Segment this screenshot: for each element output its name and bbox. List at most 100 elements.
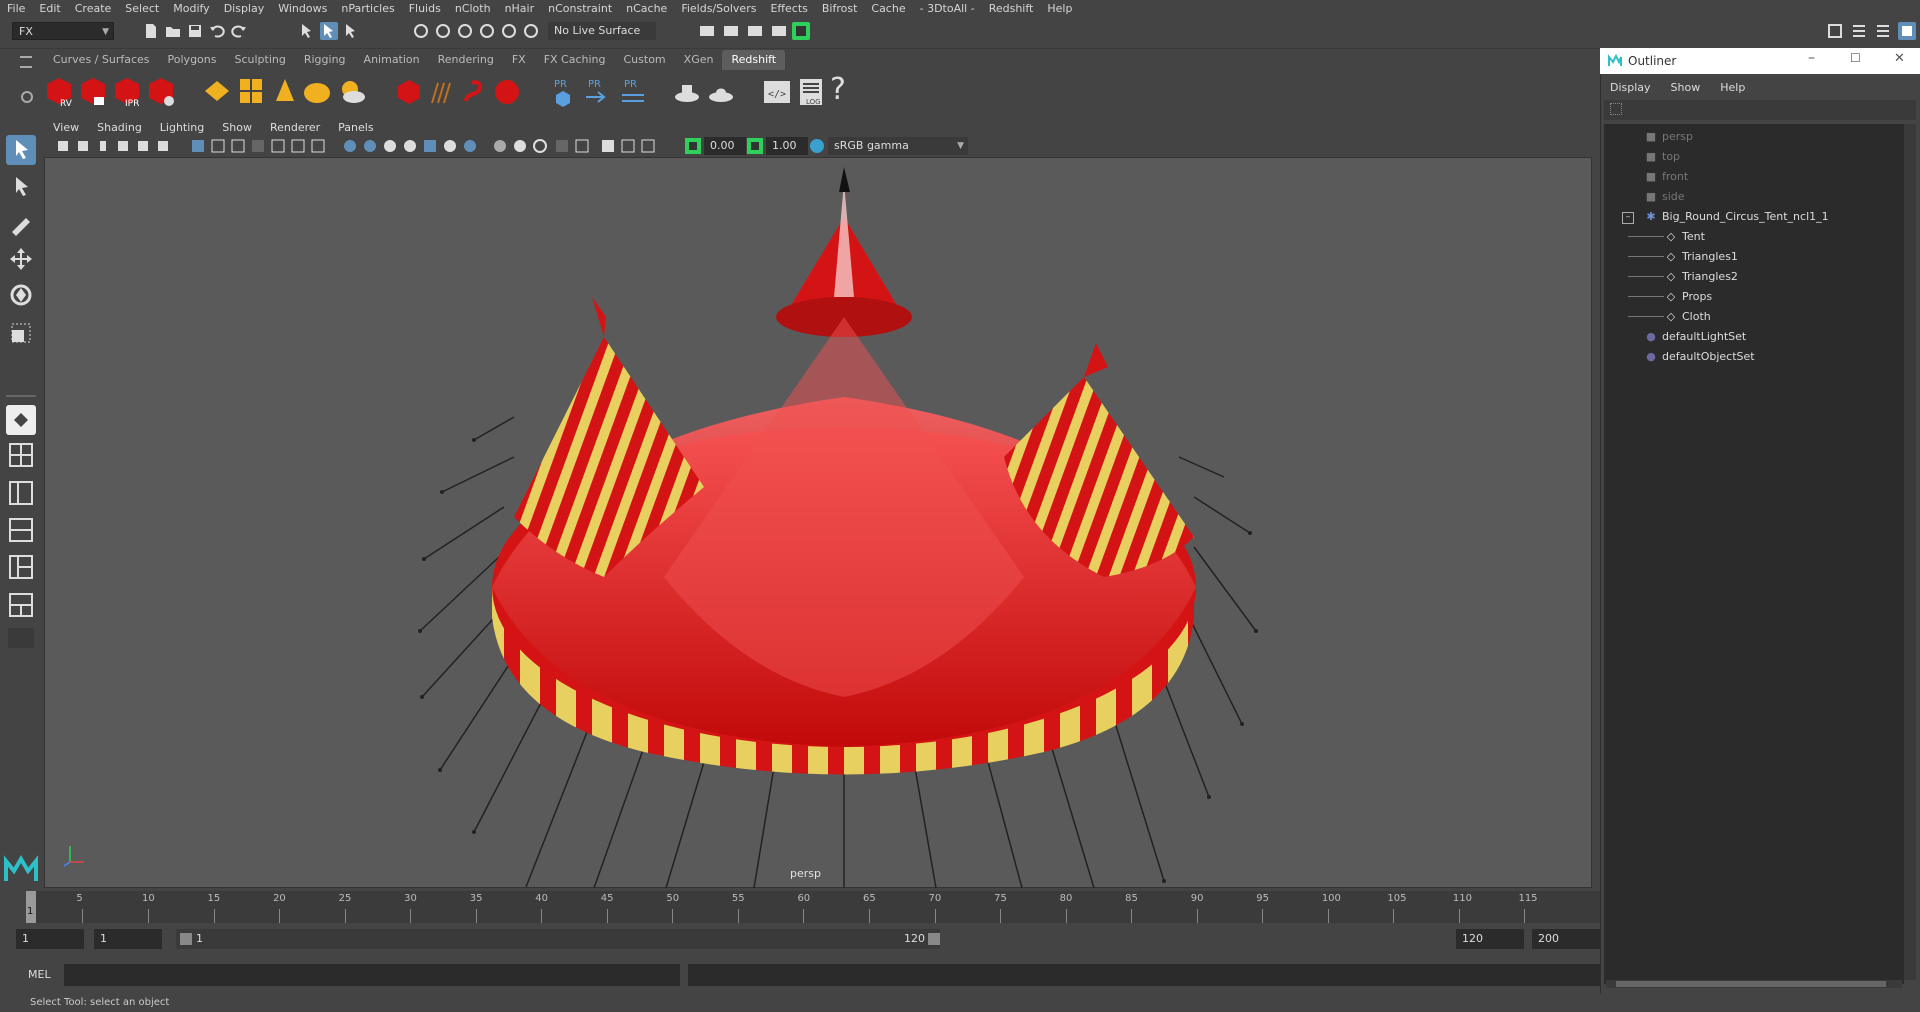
redshift-pr-import-icon[interactable]: PR xyxy=(618,75,648,109)
shelf-tab-1[interactable]: Polygons xyxy=(159,50,226,70)
close-icon[interactable]: ✕ xyxy=(1894,51,1905,66)
scene-start-field[interactable]: 1 xyxy=(16,929,84,949)
filter-icon[interactable] xyxy=(1610,103,1622,115)
persp-outliner-layout-icon[interactable] xyxy=(6,478,36,508)
select-component-icon[interactable] xyxy=(342,22,360,40)
redshift-rect-light-icon[interactable] xyxy=(202,75,232,109)
toolbox-more-button[interactable] xyxy=(8,628,34,648)
redshift-proxy-icon[interactable] xyxy=(394,75,424,109)
viewport-menu-1[interactable]: Shading xyxy=(88,121,151,134)
hypershade-icon[interactable] xyxy=(792,22,810,40)
exposure-field[interactable]: 0.00 xyxy=(704,137,746,155)
redshift-spot-light-icon[interactable] xyxy=(270,75,300,109)
menu-17[interactable]: - 3DtoAll - xyxy=(913,2,982,15)
shelf-tab-2[interactable]: Sculpting xyxy=(225,50,294,70)
open-scene-icon[interactable] xyxy=(164,22,182,40)
menu-16[interactable]: Cache xyxy=(864,2,912,15)
menu-6[interactable]: Windows xyxy=(271,2,334,15)
redshift-sun-sky-icon[interactable] xyxy=(336,75,366,109)
redshift-environment-icon[interactable] xyxy=(706,75,736,109)
redshift-settings-icon[interactable] xyxy=(146,75,176,109)
maximize-icon[interactable]: ☐ xyxy=(1850,51,1861,65)
menuset-dropdown[interactable]: FX ▼ xyxy=(12,22,114,40)
redo-icon[interactable] xyxy=(230,22,248,40)
persp-graph-layout-icon[interactable] xyxy=(6,515,36,545)
outliner-hscrollbar[interactable] xyxy=(1606,980,1902,988)
outliner-item[interactable]: ◇ Triangles1 xyxy=(1664,248,1738,266)
menu-2[interactable]: Create xyxy=(68,2,119,15)
redshift-pr-export-icon[interactable]: PR xyxy=(582,75,612,109)
minimize-icon[interactable]: – xyxy=(1808,50,1815,66)
select-hierarchy-icon[interactable] xyxy=(298,22,316,40)
shelf-menu-icon[interactable] xyxy=(20,56,32,68)
outliner-menu-1[interactable]: Show xyxy=(1661,81,1711,94)
snap-vertex-icon[interactable] xyxy=(522,22,540,40)
shelf-tab-7[interactable]: FX Caching xyxy=(535,50,615,70)
outliner-item[interactable]: ● defaultLightSet xyxy=(1644,328,1746,346)
outliner-tree[interactable]: ■ persp ■ top ■ front ■ side ✱ Big_Round_Circus_T… xyxy=(1604,124,1904,984)
outliner-item[interactable]: ■ persp xyxy=(1644,128,1693,146)
rotate-tool-icon[interactable] xyxy=(6,280,36,310)
snap-curve-icon[interactable] xyxy=(434,22,452,40)
menu-18[interactable]: Redshift xyxy=(982,2,1041,15)
select-object-icon[interactable] xyxy=(320,22,338,40)
viewport-toolbar-icons[interactable] xyxy=(56,138,596,154)
shelf-tab-5[interactable]: Rendering xyxy=(429,50,503,70)
outliner-item[interactable]: ◇ Cloth xyxy=(1664,308,1711,326)
redshift-snapshot-icon[interactable] xyxy=(78,75,108,109)
ipr-render-icon[interactable] xyxy=(746,22,764,40)
color-management-icon[interactable] xyxy=(808,137,826,155)
redshift-dome-light-icon[interactable] xyxy=(236,75,266,109)
new-scene-icon[interactable] xyxy=(142,22,160,40)
snap-surface-icon[interactable] xyxy=(500,22,518,40)
redshift-render-view-icon[interactable]: RV xyxy=(44,75,74,109)
redshift-hair-icon[interactable] xyxy=(426,75,456,109)
move-tool-icon[interactable] xyxy=(6,244,36,274)
help-icon[interactable]: ? xyxy=(830,72,846,107)
outliner-item[interactable]: ■ top xyxy=(1644,148,1680,166)
outliner-item[interactable]: ✱ Big_Round_Circus_Tent_ncl1_1 xyxy=(1644,208,1828,226)
outliner-item[interactable]: ◇ Tent xyxy=(1664,228,1705,246)
range-start-handle[interactable] xyxy=(180,933,192,945)
snap-view-icon[interactable] xyxy=(478,22,496,40)
outliner-menu-0[interactable]: Display xyxy=(1600,81,1661,94)
viewport-menu-2[interactable]: Lighting xyxy=(151,121,213,134)
persp-hypershade-layout-icon[interactable] xyxy=(6,552,36,582)
shelf-gear-icon[interactable] xyxy=(20,90,34,104)
range-end-handle[interactable] xyxy=(928,933,940,945)
redshift-material-icon[interactable] xyxy=(492,75,522,109)
menu-4[interactable]: Modify xyxy=(166,2,216,15)
outliner-vscrollbar[interactable] xyxy=(1904,124,1916,980)
colorspace-dropdown[interactable]: sRGB gamma ▼ xyxy=(828,137,968,155)
four-view-layout-icon[interactable] xyxy=(6,440,36,470)
exposure-icon[interactable] xyxy=(684,137,702,155)
viewport-menu-0[interactable]: View xyxy=(44,121,88,134)
mel-label[interactable]: MEL xyxy=(28,968,51,981)
outliner-menu-2[interactable]: Help xyxy=(1710,81,1755,94)
shelf-tab-3[interactable]: Rigging xyxy=(295,50,355,70)
snap-grid-icon[interactable] xyxy=(412,22,430,40)
render-view-icon[interactable] xyxy=(770,22,788,40)
mel-input[interactable] xyxy=(64,964,680,986)
outliner-item[interactable]: ■ front xyxy=(1644,168,1688,186)
lasso-tool-icon[interactable] xyxy=(6,172,36,202)
menu-13[interactable]: Fields/Solvers xyxy=(674,2,763,15)
playback-end-field[interactable]: 120 xyxy=(1456,929,1524,949)
menu-12[interactable]: nCache xyxy=(619,2,674,15)
undo-icon[interactable] xyxy=(208,22,226,40)
scene-end-field[interactable]: 200 xyxy=(1532,929,1600,949)
viewport-menu-3[interactable]: Show xyxy=(213,121,261,134)
menu-14[interactable]: Effects xyxy=(763,2,814,15)
modeling-toolkit-icon[interactable] xyxy=(1826,22,1844,40)
collapse-icon[interactable]: – xyxy=(1622,212,1634,224)
menu-0[interactable]: File xyxy=(0,2,32,15)
shelf-tab-0[interactable]: Curves / Surfaces xyxy=(44,50,159,70)
redshift-code-icon[interactable]: </> xyxy=(762,75,792,109)
render-current-icon[interactable] xyxy=(722,22,740,40)
shelf-tab-9[interactable]: XGen xyxy=(675,50,723,70)
outliner-item[interactable]: ◇ Props xyxy=(1664,288,1712,306)
viewport-menu-4[interactable]: Renderer xyxy=(261,121,329,134)
menu-11[interactable]: nConstraint xyxy=(541,2,619,15)
tool-settings-icon[interactable] xyxy=(1874,22,1892,40)
viewport-toolbar-icons-2[interactable] xyxy=(600,138,660,154)
